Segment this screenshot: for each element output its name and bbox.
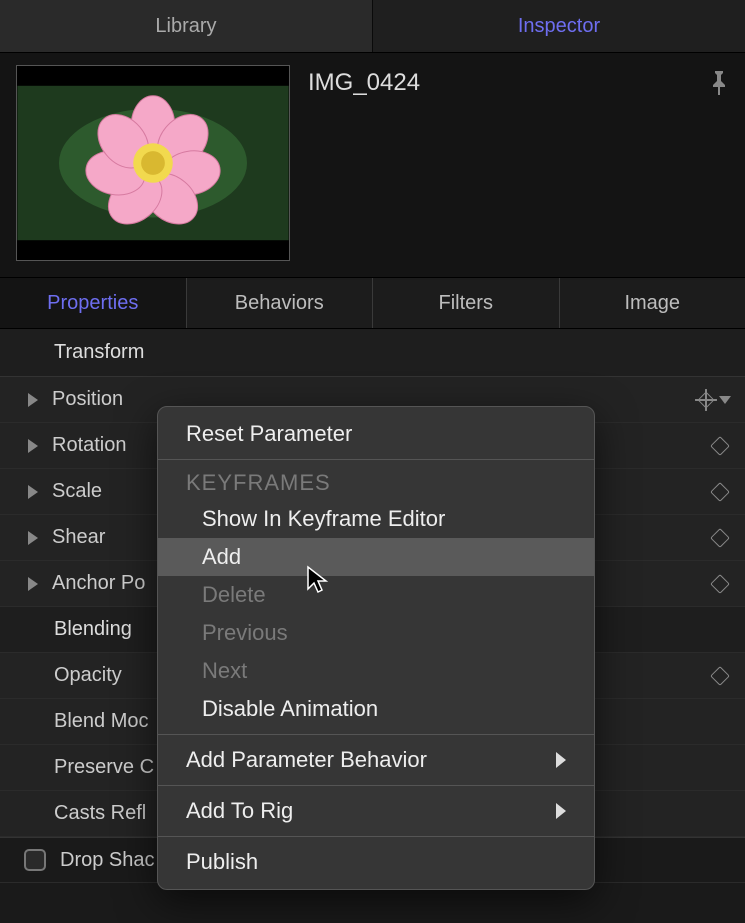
animation-context-menu: Reset Parameter KEYFRAMES Show In Keyfra…	[157, 406, 595, 890]
menu-previous-keyframe: Previous	[158, 614, 594, 652]
chevron-right-icon[interactable]	[28, 439, 38, 453]
tab-inspector[interactable]: Inspector	[373, 0, 745, 52]
menu-separator	[158, 459, 594, 460]
menu-add-keyframe[interactable]: Add	[158, 538, 594, 576]
menu-publish[interactable]: Publish	[158, 843, 594, 881]
keyframe-origin-icon	[697, 391, 715, 409]
keyframe-diamond-icon	[710, 482, 730, 502]
menu-section-label: KEYFRAMES	[158, 466, 594, 500]
row-label: Rotation	[52, 434, 127, 457]
keyframe-diamond-icon	[710, 574, 730, 594]
subtab-image[interactable]: Image	[560, 278, 745, 328]
menu-disable-animation[interactable]: Disable Animation	[158, 690, 594, 728]
row-label: Position	[52, 388, 123, 411]
section-transform[interactable]: Transform	[0, 329, 745, 377]
menu-next-keyframe: Next	[158, 652, 594, 690]
row-label: Preserve C	[54, 756, 154, 779]
row-label: Casts Refl	[54, 802, 146, 825]
menu-separator	[158, 734, 594, 735]
keyframe-control[interactable]	[713, 531, 731, 545]
menu-item-label: Add Parameter Behavior	[186, 747, 427, 773]
chevron-right-icon[interactable]	[28, 577, 38, 591]
menu-delete-keyframe: Delete	[158, 576, 594, 614]
keyframe-control[interactable]	[713, 485, 731, 499]
row-label: Shear	[52, 526, 105, 549]
menu-separator	[158, 836, 594, 837]
menu-add-parameter-behavior[interactable]: Add Parameter Behavior	[158, 741, 594, 779]
keyframe-control[interactable]	[713, 439, 731, 453]
chevron-right-icon[interactable]	[28, 485, 38, 499]
row-label: Drop Shac	[60, 849, 155, 872]
menu-item-label: Add To Rig	[186, 798, 293, 824]
chevron-right-icon	[556, 803, 566, 819]
pin-icon[interactable]	[709, 69, 729, 103]
top-tab-bar: Library Inspector	[0, 0, 745, 52]
keyframe-control[interactable]	[697, 391, 731, 409]
menu-separator	[158, 785, 594, 786]
keyframe-diamond-icon	[710, 436, 730, 456]
row-label: Anchor Po	[52, 572, 145, 595]
row-label: Opacity	[54, 664, 122, 687]
menu-add-to-rig[interactable]: Add To Rig	[158, 792, 594, 830]
keyframe-control[interactable]	[713, 669, 731, 683]
subtab-behaviors[interactable]: Behaviors	[187, 278, 374, 328]
subtab-filters[interactable]: Filters	[373, 278, 560, 328]
keyframe-control[interactable]	[713, 577, 731, 591]
chevron-down-icon[interactable]	[719, 396, 731, 404]
inspector-tab-bar: Properties Behaviors Filters Image	[0, 277, 745, 329]
section-label: Blending	[54, 618, 132, 641]
tab-library[interactable]: Library	[0, 0, 372, 52]
chevron-right-icon[interactable]	[28, 531, 38, 545]
clip-name: IMG_0424	[308, 69, 709, 97]
chevron-right-icon[interactable]	[28, 393, 38, 407]
chevron-right-icon	[556, 752, 566, 768]
clip-header: IMG_0424	[0, 52, 745, 277]
row-label: Scale	[52, 480, 102, 503]
clip-thumbnail[interactable]	[16, 65, 290, 261]
keyframe-diamond-icon	[710, 528, 730, 548]
keyframe-diamond-icon	[710, 666, 730, 686]
row-label: Blend Moc	[54, 710, 149, 733]
menu-show-in-keyframe-editor[interactable]: Show In Keyframe Editor	[158, 500, 594, 538]
subtab-properties[interactable]: Properties	[0, 278, 187, 328]
drop-shadow-checkbox[interactable]	[24, 849, 46, 871]
menu-reset-parameter[interactable]: Reset Parameter	[158, 415, 594, 453]
